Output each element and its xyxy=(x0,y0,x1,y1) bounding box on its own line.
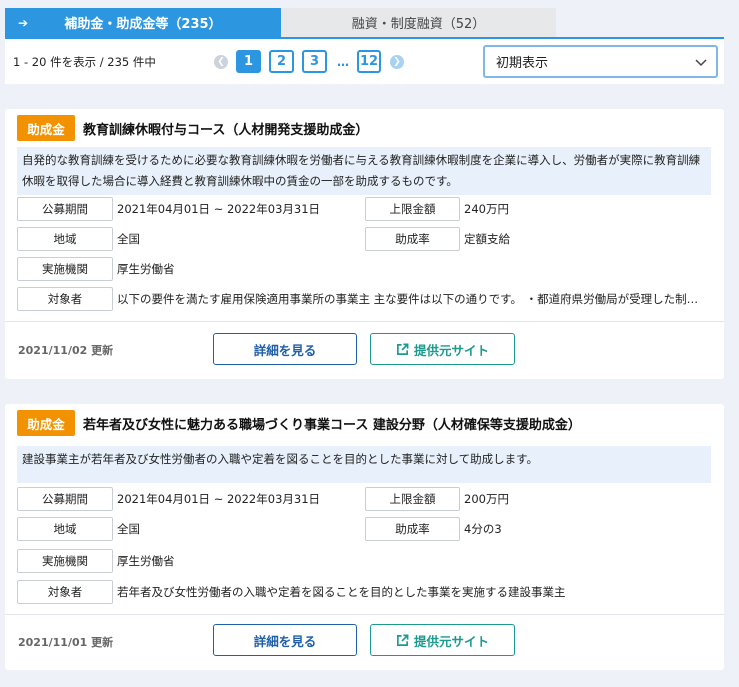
pagination: ❮ 1 2 3 … 12 ❯ xyxy=(214,50,404,73)
tab-label: 融資・制度融資（52） xyxy=(351,17,486,32)
card-header: 助成金 教育訓練休暇付与コース（人材開発支援助成金） xyxy=(17,115,368,141)
value-period: 2021年04月01日 ~ 2022年03月31日 xyxy=(117,202,321,216)
tab-loans[interactable]: 融資・制度融資（52） xyxy=(281,8,556,37)
value-target: 以下の要件を満たす雇用保険適用事業所の事業主 主な要件は以下の通りです。 ・都道… xyxy=(117,292,707,306)
results-toolbar: 1 - 20 件を表示 / 235 件中 ❮ 1 2 3 … 12 ❯ 初期表示 xyxy=(5,37,724,84)
value-rate: 定額支給 xyxy=(464,232,510,246)
value-agency: 厚生労働省 xyxy=(117,554,175,568)
page-button-1[interactable]: 1 xyxy=(236,50,261,73)
value-max-amount: 200万円 xyxy=(464,492,509,506)
value-agency: 厚生労働省 xyxy=(117,262,175,276)
label-region: 地域 xyxy=(17,517,113,541)
card-divider xyxy=(5,321,724,322)
label-target: 対象者 xyxy=(17,287,113,311)
result-count: 1 - 20 件を表示 / 235 件中 xyxy=(13,55,156,69)
tab-label: 補助金・助成金等（235） xyxy=(64,17,222,32)
label-rate: 助成率 xyxy=(365,517,460,541)
category-badge: 助成金 xyxy=(17,410,75,436)
detail-button-label: 詳細を見る xyxy=(253,633,317,649)
prev-page-icon[interactable]: ❮ xyxy=(214,54,228,69)
card-header: 助成金 若年者及び女性に魅力ある職場づくり事業コース 建設分野（人材確保等支援助… xyxy=(17,410,581,436)
label-period: 公募期間 xyxy=(17,487,113,511)
detail-button[interactable]: 詳細を見る xyxy=(213,624,357,656)
updated-date: 2021/11/02 更新 xyxy=(18,344,114,357)
detail-button-label: 詳細を見る xyxy=(253,342,317,358)
page-button-2[interactable]: 2 xyxy=(269,50,294,73)
tab-subsidies[interactable]: ➔ 補助金・助成金等（235） xyxy=(5,8,281,37)
next-page-icon[interactable]: ❯ xyxy=(390,54,404,69)
source-site-button-label: 提供元サイト xyxy=(413,633,489,649)
detail-button[interactable]: 詳細を見る xyxy=(213,333,357,365)
value-region: 全国 xyxy=(117,522,140,536)
card-title[interactable]: 若年者及び女性に魅力ある職場づくり事業コース 建設分野（人材確保等支援助成金） xyxy=(83,414,581,433)
label-agency: 実施機関 xyxy=(17,549,113,573)
label-rate: 助成率 xyxy=(365,227,460,251)
value-max-amount: 240万円 xyxy=(464,202,509,216)
card-description: 自発的な教育訓練を受けるために必要な教育訓練休暇を労働者に与える教育訓練休暇制度… xyxy=(17,147,711,195)
subsidy-card: 助成金 教育訓練休暇付与コース（人材開発支援助成金） 自発的な教育訓練を受けるた… xyxy=(5,109,724,379)
source-site-button[interactable]: 提供元サイト xyxy=(370,624,515,656)
category-badge: 助成金 xyxy=(17,115,75,141)
card-divider xyxy=(5,614,724,615)
page-ellipsis: … xyxy=(337,54,349,69)
sort-select[interactable]: 初期表示 xyxy=(483,45,718,78)
label-region: 地域 xyxy=(17,227,113,251)
value-region: 全国 xyxy=(117,232,140,246)
value-target: 若年者及び女性労働者の入職や定着を図ることを目的とした事業を実施する建設事業主 xyxy=(117,585,566,599)
card-description: 建設事業主が若年者及び女性労働者の入職や定着を図ることを目的とした事業に対して助… xyxy=(17,446,711,483)
label-agency: 実施機関 xyxy=(17,257,113,281)
label-max-amount: 上限金額 xyxy=(365,487,460,511)
external-link-icon xyxy=(397,343,409,355)
page-button-3[interactable]: 3 xyxy=(302,50,327,73)
chevron-down-icon xyxy=(695,59,707,67)
external-link-icon xyxy=(397,634,409,646)
updated-date: 2021/11/01 更新 xyxy=(18,636,114,649)
label-period: 公募期間 xyxy=(17,197,113,221)
page-button-12[interactable]: 12 xyxy=(357,50,381,73)
label-max-amount: 上限金額 xyxy=(365,197,460,221)
category-tabs: ➔ 補助金・助成金等（235） 融資・制度融資（52） xyxy=(5,8,556,37)
source-site-button[interactable]: 提供元サイト xyxy=(370,333,515,365)
card-title[interactable]: 教育訓練休暇付与コース（人材開発支援助成金） xyxy=(83,119,368,138)
source-site-button-label: 提供元サイト xyxy=(413,342,489,358)
value-rate: 4分の3 xyxy=(464,522,502,536)
arrow-right-icon: ➔ xyxy=(18,16,29,30)
label-target: 対象者 xyxy=(17,580,113,604)
subsidy-card: 助成金 若年者及び女性に魅力ある職場づくり事業コース 建設分野（人材確保等支援助… xyxy=(5,404,724,670)
value-period: 2021年04月01日 ~ 2022年03月31日 xyxy=(117,492,321,506)
sort-select-value: 初期表示 xyxy=(496,56,549,71)
